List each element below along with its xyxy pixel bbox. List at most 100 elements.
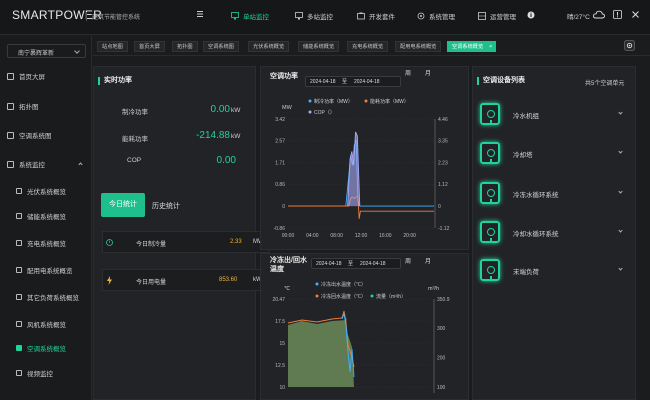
nav-system-mgmt[interactable]: 系统管理 (417, 11, 455, 21)
y-left-tick-label: 0.86 (275, 182, 285, 188)
grid-icon (478, 12, 486, 20)
y-left-tick-label: 12.5 (275, 363, 285, 369)
sidebar-item-pv[interactable]: 光伏系统概览 (0, 181, 92, 201)
ac-temp-week-tab[interactable]: 周 (405, 256, 411, 265)
sidebar-item-label: 其它负荷系统概览 (27, 295, 79, 302)
fan-icon (16, 321, 22, 327)
device-list-title: 空调设备列表 (477, 77, 525, 85)
ac-power-week-tab[interactable]: 周 (405, 68, 411, 77)
sidebar-item-label: 拓扑图 (19, 104, 39, 111)
settings-icon[interactable] (624, 40, 635, 51)
gear-icon (417, 12, 425, 20)
sidebar-item-storage[interactable]: 储能系统概览 (0, 206, 92, 226)
y-right-tick-label: 350.9 (437, 297, 450, 303)
sidebar-item-fan[interactable]: 风机系统概览 (0, 314, 92, 334)
tab-ac-overview[interactable]: 空调系统概览 × (447, 41, 497, 53)
tab-storage[interactable]: 储能系统概览 (298, 41, 340, 52)
device-name: 冷却水循环系统 (513, 231, 559, 238)
nav-operation-mgmt[interactable]: 运营管理 (478, 11, 516, 21)
tab-ac-diagram[interactable]: 空调系统图 (203, 41, 239, 52)
kit-icon (357, 12, 365, 20)
nav-label: 单站监控 (243, 14, 269, 21)
device-item-cooling-water[interactable]: 冷却水循环系统 (480, 216, 628, 250)
tab-close-icon[interactable]: × (489, 42, 492, 53)
date-end: 2024-04-18 (354, 79, 380, 85)
cooling-tower-icon (480, 142, 500, 164)
tab-charging[interactable]: 充电系统概览 (347, 41, 389, 52)
device-item-chiller[interactable]: 冷水机组 (480, 98, 628, 132)
sidebar: 南宁裹辉革新 首页大屏 拓扑图 空调系统图 系统监控 光伏系统概览 储能系统概览… (0, 36, 92, 400)
x-tick-label: 20:00 (403, 233, 416, 239)
device-item-terminal-load[interactable]: 末端负荷 (480, 254, 628, 288)
flow-area (288, 312, 354, 387)
stat-row-cooling: 今日制冷量 2.33 MWh (102, 231, 270, 253)
tab-pv[interactable]: 光伏系统概览 (248, 41, 290, 52)
stat-value: 2.33 (230, 239, 242, 245)
right-axis-unit: m³/h (428, 286, 439, 292)
y-right-tick-label: 100 (437, 385, 446, 391)
chilled-water-icon (480, 182, 500, 204)
chevron-down-icon (618, 266, 623, 271)
left-axis-unit: MW (282, 105, 293, 111)
cooling-power-label: 制冷功率 (122, 109, 148, 116)
date-start: 2024-04-18 (316, 261, 342, 267)
tab-home-screen[interactable]: 首页大屏 (134, 41, 165, 52)
device-name: 冷冻水循环系统 (513, 192, 559, 199)
sidebar-item-home-screen[interactable]: 首页大屏 (0, 66, 92, 86)
device-item-cooling-tower[interactable]: 冷却塔 (480, 137, 628, 171)
sidebar-item-topology[interactable]: 拓扑图 (0, 96, 92, 116)
tab-topology[interactable]: 拓扑图 (172, 41, 198, 52)
ac-power-date-range[interactable]: 2024-04-18 至 2024-04-18 (305, 76, 401, 87)
device-name: 冷却塔 (513, 152, 533, 159)
y-right-tick-label: 200 (437, 355, 446, 361)
sidebar-item-distribution[interactable]: 配用电系统概览 (0, 260, 92, 280)
chevron-up-icon (78, 161, 83, 167)
stat-value: 853.60 (219, 277, 238, 283)
monitor-icon (7, 160, 14, 168)
load-icon (16, 294, 22, 300)
sidebar-item-label: 充电系统概览 (27, 241, 66, 248)
nav-multi-station[interactable]: 多站监控 (295, 11, 333, 21)
tab-site-map[interactable]: 站点地图 (97, 41, 128, 52)
y-right-tick-label: -1.12 (438, 226, 450, 232)
sidebar-item-charging[interactable]: 充电系统概览 (0, 233, 92, 253)
nav-dev-kit[interactable]: 开发套件 (357, 11, 395, 21)
ac-icon (16, 345, 22, 351)
ac-temp-date-range[interactable]: 2024-04-18 至 2024-04-18 (311, 258, 401, 269)
weather-text: 晴/27°C (567, 14, 590, 21)
sidebar-item-label: 配用电系统概览 (27, 268, 73, 275)
today-stats-tab[interactable]: 今日统计 (101, 193, 145, 217)
legend-marker (308, 110, 312, 114)
org-select[interactable]: 南宁裹辉革新 (7, 44, 86, 58)
sidebar-item-label: 储能系统概览 (27, 214, 66, 221)
ac-temp-chart: ℃ m³/h 冷冻出水温度（℃） 冷冻回水温度（℃） 流量（m³/h） 20.4… (272, 281, 450, 393)
series-line (288, 195, 434, 219)
history-stats-tab[interactable]: 历史统计 (152, 201, 180, 211)
sidebar-item-ac-diagram[interactable]: 空调系统图 (0, 125, 92, 145)
realtime-title: 实时功率 (98, 77, 132, 85)
alert-icon[interactable] (613, 10, 622, 19)
device-item-chilled-water[interactable]: 冷冻水循环系统 (480, 177, 628, 211)
legend: 制冷功率（MW） 能耗功率（MW） COP（） (308, 98, 409, 116)
clock-icon (106, 239, 113, 246)
chiller-icon (480, 103, 500, 125)
ac-temp-month-tab[interactable]: 月 (425, 256, 431, 265)
close-icon[interactable] (632, 11, 639, 18)
sidebar-item-ac-overview[interactable]: 空调系统概览 (0, 338, 92, 358)
sidebar-item-system-monitor[interactable]: 系统监控 (0, 154, 92, 174)
info-icon[interactable] (527, 11, 535, 19)
diagram-icon (7, 131, 14, 139)
tab-label: 空调系统概览 (452, 44, 484, 50)
menu-icon[interactable] (197, 11, 203, 17)
nav-single-station[interactable]: 单站监控 (231, 11, 269, 21)
legend-marker (308, 99, 312, 103)
sidebar-item-video[interactable]: 视频监控 (0, 363, 92, 383)
ac-power-month-tab[interactable]: 月 (425, 68, 431, 77)
sidebar-item-other-load[interactable]: 其它负荷系统概览 (0, 287, 92, 307)
y-right-tick-label: 1.12 (438, 182, 448, 188)
storage-icon (16, 213, 22, 219)
tab-distribution[interactable]: 配用电系统概览 (395, 41, 442, 52)
top-bar: SMARTPOWER 建筑节能管控系统 单站监控 多站监控 开发套件 系统管理 … (0, 0, 650, 35)
chevron-down-icon (618, 110, 623, 115)
x-tick-label: 12:00 (355, 233, 368, 239)
